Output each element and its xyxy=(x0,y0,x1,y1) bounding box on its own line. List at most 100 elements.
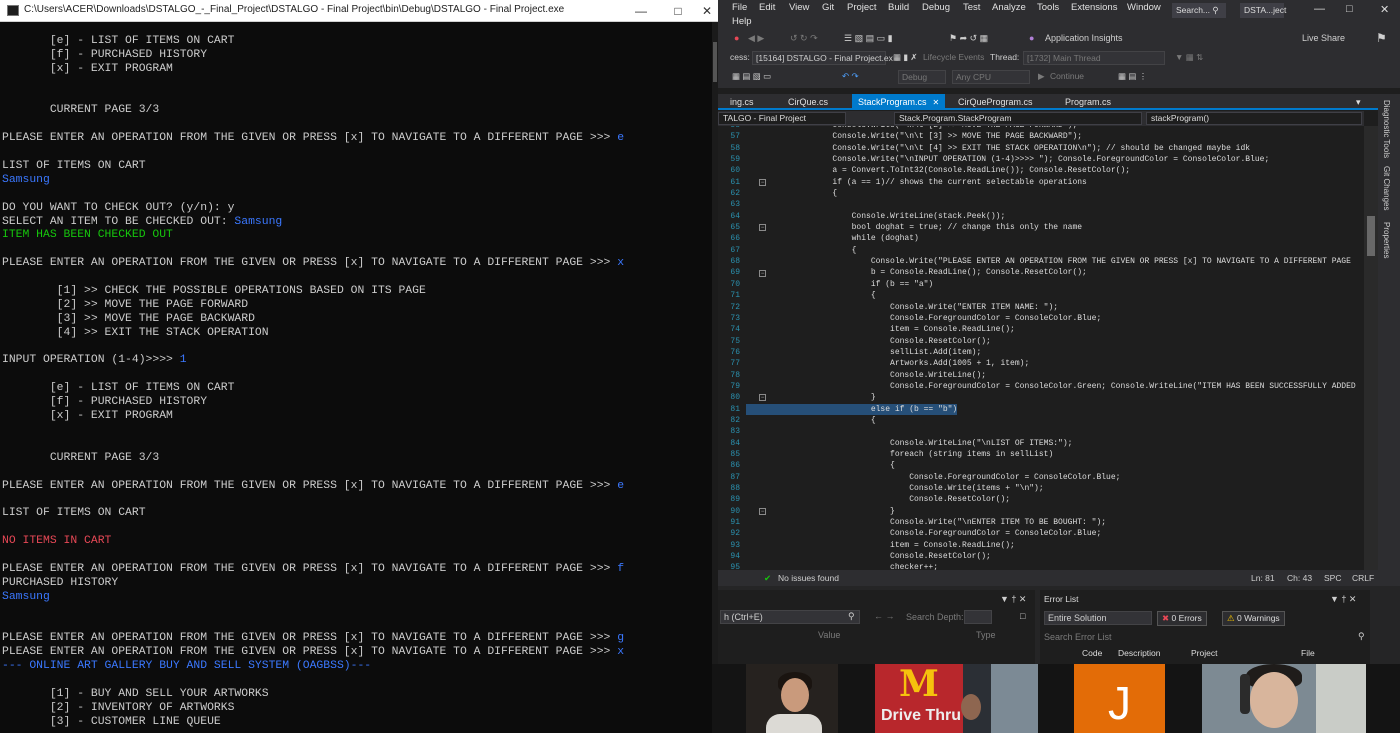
code-line[interactable]: 63 xyxy=(718,199,1364,210)
menu-view[interactable]: View xyxy=(789,2,809,13)
line-endings[interactable]: CRLF xyxy=(1352,573,1374,583)
editor-scrollbar-thumb[interactable] xyxy=(1367,216,1375,256)
menu-debug[interactable]: Debug xyxy=(922,2,950,13)
vs-maximize-button[interactable]: □ xyxy=(1346,3,1353,15)
code-line[interactable]: 82 { xyxy=(718,415,1364,426)
code-line[interactable]: 66 while (doghat) xyxy=(718,233,1364,244)
platform-dropdown[interactable]: Any CPU xyxy=(952,70,1030,84)
undo-redo-icons[interactable]: ↶ ↷ xyxy=(842,71,859,82)
vs-search-box[interactable]: Search... ⚲ xyxy=(1172,3,1226,18)
code-line[interactable]: 89 Console.ResetColor(); xyxy=(718,494,1364,505)
menu-help[interactable]: Help xyxy=(732,16,752,27)
participant-video-1[interactable] xyxy=(746,664,838,733)
code-line[interactable]: 86 { xyxy=(718,460,1364,471)
thread-filter-icons[interactable]: ▼ ▦ ⇅ xyxy=(1175,52,1203,63)
tab-ing[interactable]: ing.cs xyxy=(724,94,760,110)
fold-toggle-icon[interactable]: − xyxy=(759,224,766,232)
code-line[interactable]: 71 { xyxy=(718,290,1364,301)
process-dropdown[interactable]: [15164] DSTALGO - Final Project.ex xyxy=(752,51,893,65)
tab-cirqueprogram[interactable]: CirQueProgram.cs xyxy=(952,94,1039,110)
close-button[interactable]: ✕ xyxy=(698,2,716,20)
thread-dropdown[interactable]: [1732] Main Thread xyxy=(1023,51,1165,65)
tab-overflow-icon[interactable]: ▾ xyxy=(1350,94,1367,110)
menu-file[interactable]: File xyxy=(732,2,747,13)
code-line[interactable]: 93 item = Console.ReadLine(); xyxy=(718,540,1364,551)
code-line[interactable]: 75 Console.ResetColor(); xyxy=(718,336,1364,347)
debug-window-icons[interactable]: ▦ ▤ ⋮ xyxy=(1118,71,1147,82)
fold-toggle-icon[interactable]: − xyxy=(759,507,766,515)
console-output[interactable]: [e] - LIST OF ITEMS ON CART [f] - PURCHA… xyxy=(0,22,712,733)
vs-close-button[interactable]: ✕ xyxy=(1380,3,1389,16)
code-line[interactable]: 72 Console.Write("ENTER ITEM NAME: "); xyxy=(718,302,1364,313)
code-line[interactable]: 57 Console.Write("\n\t [3] >> MOVE THE P… xyxy=(718,131,1364,142)
code-line[interactable]: 91 Console.Write("\nENTER ITEM TO BE BOU… xyxy=(718,517,1364,528)
toolbar-file-icons[interactable]: ▦ ▤ ▧ ▭ xyxy=(732,71,771,82)
code-line[interactable]: 79 Console.ForegroundColor = ConsoleColo… xyxy=(718,381,1364,392)
code-line[interactable]: 83 xyxy=(718,426,1364,437)
menu-git[interactable]: Git xyxy=(822,2,834,13)
errors-filter-button[interactable]: ✖ 0 Errors xyxy=(1157,611,1207,626)
lifecycle-events[interactable]: Lifecycle Events xyxy=(923,52,984,62)
description-column[interactable]: Description xyxy=(1118,648,1161,658)
code-line[interactable]: 67 { xyxy=(718,245,1364,256)
code-column[interactable]: Code xyxy=(1082,648,1102,658)
code-line[interactable]: 95 checker++; xyxy=(718,562,1364,570)
console-scrollbar-thumb[interactable] xyxy=(713,42,717,82)
project-column[interactable]: Project xyxy=(1191,648,1217,658)
warnings-filter-button[interactable]: ⚠ 0 Warnings xyxy=(1222,611,1285,626)
code-line[interactable]: 94 Console.ResetColor(); xyxy=(718,551,1364,562)
code-line[interactable]: 73 Console.ForegroundColor = ConsoleColo… xyxy=(718,313,1364,324)
menu-extensions[interactable]: Extensions xyxy=(1071,2,1117,13)
search-icon[interactable]: ⚲ xyxy=(1358,631,1365,642)
continue-button[interactable]: Continue xyxy=(1050,71,1084,81)
code-line[interactable]: 77 Artworks.Add(1005 + 1, item); xyxy=(718,358,1364,369)
fold-toggle-icon[interactable]: − xyxy=(759,178,766,186)
record-icon[interactable]: ● xyxy=(734,33,739,43)
participant-video-2[interactable]: M Drive Thru xyxy=(875,664,1038,733)
code-line[interactable]: 60 a = Convert.ToInt32(Console.ReadLine(… xyxy=(718,165,1364,176)
code-line[interactable]: 58 Console.Write("\n\t [4] >> EXIT THE S… xyxy=(718,143,1364,154)
app-insights-button[interactable]: Application Insights xyxy=(1045,33,1123,43)
fold-toggle-icon[interactable]: − xyxy=(759,269,766,277)
code-line[interactable]: 70 if (b == "a") xyxy=(718,279,1364,290)
visual-studio-window[interactable]: File Edit View Git Project Build Debug Test Anal… xyxy=(718,0,1400,733)
side-tab-properties[interactable]: Properties xyxy=(1382,222,1391,258)
menu-build[interactable]: Build xyxy=(888,2,909,13)
code-line[interactable]: 69 b = Console.ReadLine(); Console.Reset… xyxy=(718,267,1364,278)
search-icon[interactable]: ⚲ xyxy=(848,611,855,622)
menu-project[interactable]: Project xyxy=(847,2,877,13)
tab-cirque[interactable]: CirQue.cs xyxy=(782,94,834,110)
code-line[interactable]: 78 Console.WriteLine(); xyxy=(718,370,1364,381)
continue-icon[interactable]: ▶ xyxy=(1038,71,1045,82)
code-line[interactable]: 61 if (a == 1)// shows the current selec… xyxy=(718,177,1364,188)
search-depth-dropdown[interactable] xyxy=(964,610,992,624)
code-line[interactable]: 84 Console.WriteLine("\nLIST OF ITEMS:")… xyxy=(718,438,1364,449)
side-tab-diagnostic-tools[interactable]: Diagnostic Tools xyxy=(1382,100,1391,158)
file-column[interactable]: File xyxy=(1301,648,1315,658)
code-line[interactable]: 74 item = Console.ReadLine(); xyxy=(718,324,1364,335)
code-line[interactable]: 92 Console.ForegroundColor = ConsoleColo… xyxy=(718,528,1364,539)
issues-status[interactable]: No issues found xyxy=(778,573,839,583)
whitespace-mode[interactable]: SPC xyxy=(1324,573,1341,583)
code-line[interactable]: 64 Console.WriteLine(stack.Peek()); xyxy=(718,211,1364,222)
code-line[interactable]: 59 Console.Write("\nINPUT OPERATION (1-4… xyxy=(718,154,1364,165)
tab-program[interactable]: Program.cs xyxy=(1059,94,1117,110)
back-forward-icons[interactable]: ← → xyxy=(874,611,895,621)
project-dropdown[interactable]: TALGO - Final Project xyxy=(718,112,846,125)
code-line[interactable]: 85 foreach (string items in sellList) xyxy=(718,449,1364,460)
step-icons[interactable]: ↺ ↻ ↷ xyxy=(790,33,818,44)
side-tab-git-changes[interactable]: Git Changes xyxy=(1382,166,1391,210)
code-line[interactable]: 62 { xyxy=(718,188,1364,199)
error-scope-dropdown[interactable]: Entire Solution xyxy=(1044,611,1152,625)
code-line[interactable]: 87 Console.ForegroundColor = ConsoleColo… xyxy=(718,472,1364,483)
configuration-dropdown[interactable]: Debug xyxy=(898,70,946,84)
class-dropdown[interactable]: Stack.Program.StackProgram xyxy=(894,112,1142,125)
code-line[interactable]: 65 bool doghat = true; // change this on… xyxy=(718,222,1364,233)
menu-tools[interactable]: Tools xyxy=(1037,2,1059,13)
code-line[interactable]: 81 else if (b == "b") xyxy=(718,403,1364,415)
menu-window[interactable]: Window xyxy=(1127,2,1161,13)
live-share-button[interactable]: Live Share xyxy=(1302,33,1345,43)
vs-minimize-button[interactable]: — xyxy=(1314,3,1325,15)
console-window[interactable]: C:\Users\ACER\Downloads\DSTALGO_-_Final_… xyxy=(0,0,718,733)
maximize-button[interactable]: □ xyxy=(664,2,692,20)
